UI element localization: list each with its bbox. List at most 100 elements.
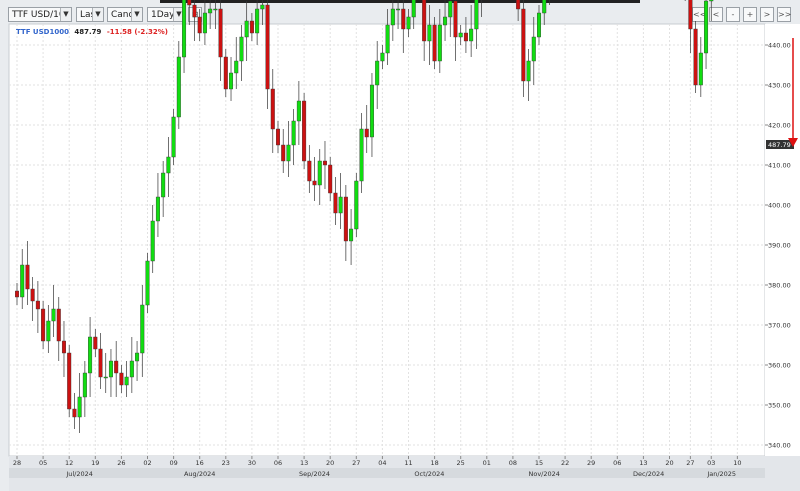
x-tick-label: 12 bbox=[65, 459, 73, 467]
candle-body-up bbox=[317, 160, 322, 186]
candle-body-up bbox=[20, 264, 25, 298]
candle-body-up bbox=[291, 120, 296, 146]
candle-body-down bbox=[14, 290, 19, 298]
candle-body-up bbox=[375, 60, 380, 86]
y-tick-label: 430.00 bbox=[768, 82, 791, 90]
candle-body-down bbox=[401, 8, 406, 30]
candle-body-down bbox=[693, 28, 698, 86]
plot-area bbox=[8, 23, 766, 457]
month-label: Jul/2024 bbox=[65, 470, 93, 478]
candle-body-up bbox=[77, 396, 82, 418]
header-symbol: TTF USD1000 bbox=[16, 28, 69, 36]
candle bbox=[260, 0, 265, 25]
y-tick-label: 410.00 bbox=[768, 162, 791, 170]
candle bbox=[171, 109, 176, 165]
candle-body-up bbox=[46, 320, 51, 342]
month-label: Aug/2024 bbox=[184, 470, 215, 478]
candle-body-up bbox=[390, 8, 395, 26]
candle-body-down bbox=[67, 352, 72, 410]
x-tick-label: 10 bbox=[733, 459, 741, 467]
x-tick-label: 19 bbox=[91, 459, 99, 467]
candle-body-up bbox=[286, 144, 291, 162]
candle-body-up bbox=[234, 60, 239, 74]
candle-body-down bbox=[218, 8, 223, 58]
x-tick-label: 25 bbox=[457, 459, 465, 467]
y-tick-label: 360.00 bbox=[768, 362, 791, 370]
candle-body-down bbox=[93, 336, 98, 350]
candle-body-up bbox=[260, 4, 265, 10]
candle bbox=[516, 0, 521, 21]
candle-body-up bbox=[103, 376, 108, 379]
y-tick-label: 400.00 bbox=[768, 202, 791, 210]
candle-body-up bbox=[406, 16, 411, 30]
x-tick-label: 18 bbox=[430, 459, 438, 467]
candle bbox=[709, 0, 714, 21]
x-tick-label: 02 bbox=[143, 459, 151, 467]
candle-body-up bbox=[229, 72, 234, 90]
y-tick-label: 420.00 bbox=[768, 122, 791, 130]
y-tick-label: 390.00 bbox=[768, 242, 791, 250]
candle-body-up bbox=[427, 24, 432, 42]
month-label: Sep/2024 bbox=[299, 470, 330, 478]
candle bbox=[542, 0, 547, 25]
x-tick-label: 23 bbox=[222, 459, 230, 467]
candle bbox=[145, 253, 150, 313]
candle-body-down bbox=[276, 128, 281, 146]
candle-body-up bbox=[82, 372, 87, 398]
y-tick-label: 380.00 bbox=[768, 282, 791, 290]
candle-body-down bbox=[265, 4, 270, 90]
candle-body-down bbox=[41, 308, 46, 342]
x-tick-label: 08 bbox=[509, 459, 517, 467]
month-label: Dec/2024 bbox=[633, 470, 664, 478]
candle-body-up bbox=[542, 0, 547, 14]
x-tick-label: 05 bbox=[39, 459, 47, 467]
x-tick-label: 06 bbox=[274, 459, 282, 467]
candle-body-down bbox=[688, 0, 693, 30]
candle-body-up bbox=[359, 128, 364, 182]
month-label: Jan/2025 bbox=[706, 470, 736, 478]
current-price-marker: 487.79 bbox=[766, 140, 794, 149]
candle-body-down bbox=[114, 360, 119, 374]
candle bbox=[481, 0, 482, 17]
candle-body-down bbox=[322, 160, 327, 166]
candle-body-down bbox=[422, 0, 427, 42]
candle-body-up bbox=[88, 336, 93, 374]
candle-body-up bbox=[531, 36, 536, 62]
candle-body-down bbox=[364, 128, 369, 138]
current-price-label: 487.79 bbox=[768, 141, 791, 149]
candle-body-down bbox=[333, 192, 338, 214]
candle-body-up bbox=[135, 352, 140, 362]
candle-body-up bbox=[369, 84, 374, 138]
candle-body-down bbox=[521, 8, 526, 82]
candle-body-up bbox=[182, 0, 187, 58]
candle-body-up bbox=[385, 24, 390, 54]
candlestick-chart[interactable]: 340.00 350.00 360.00 370.00 380.00 390.00 400.… bbox=[0, 0, 800, 491]
candle-body-down bbox=[302, 100, 307, 162]
x-tick-label: 22 bbox=[561, 459, 569, 467]
candle-body-up bbox=[244, 20, 249, 38]
candle-body-up bbox=[202, 12, 207, 34]
y-tick-label: 340.00 bbox=[768, 442, 791, 450]
candle-body-up bbox=[396, 8, 401, 11]
candle-body-up bbox=[338, 196, 343, 214]
candle-body-up bbox=[213, 8, 218, 11]
candle-body-down bbox=[119, 372, 124, 386]
candle-body-up bbox=[704, 0, 709, 54]
x-tick-label: 27 bbox=[686, 459, 694, 467]
candle-body-up bbox=[349, 228, 354, 242]
x-tick-label: 26 bbox=[117, 459, 125, 467]
candle-body-up bbox=[526, 60, 531, 82]
candle-body-up bbox=[239, 36, 244, 62]
candle-body-up bbox=[437, 24, 442, 62]
candle-body-down bbox=[30, 288, 35, 302]
candle-body-up bbox=[208, 8, 213, 14]
x-tick-label: 28 bbox=[13, 459, 21, 467]
candle-body-up bbox=[140, 304, 145, 354]
candle bbox=[549, 0, 550, 5]
candle-body-up bbox=[171, 116, 176, 158]
candle-body-down bbox=[56, 308, 61, 342]
x-tick-label: 15 bbox=[535, 459, 543, 467]
candle bbox=[67, 345, 72, 417]
header-change-pct: (-2.32%) bbox=[134, 28, 168, 36]
candle-body-up bbox=[108, 360, 113, 378]
